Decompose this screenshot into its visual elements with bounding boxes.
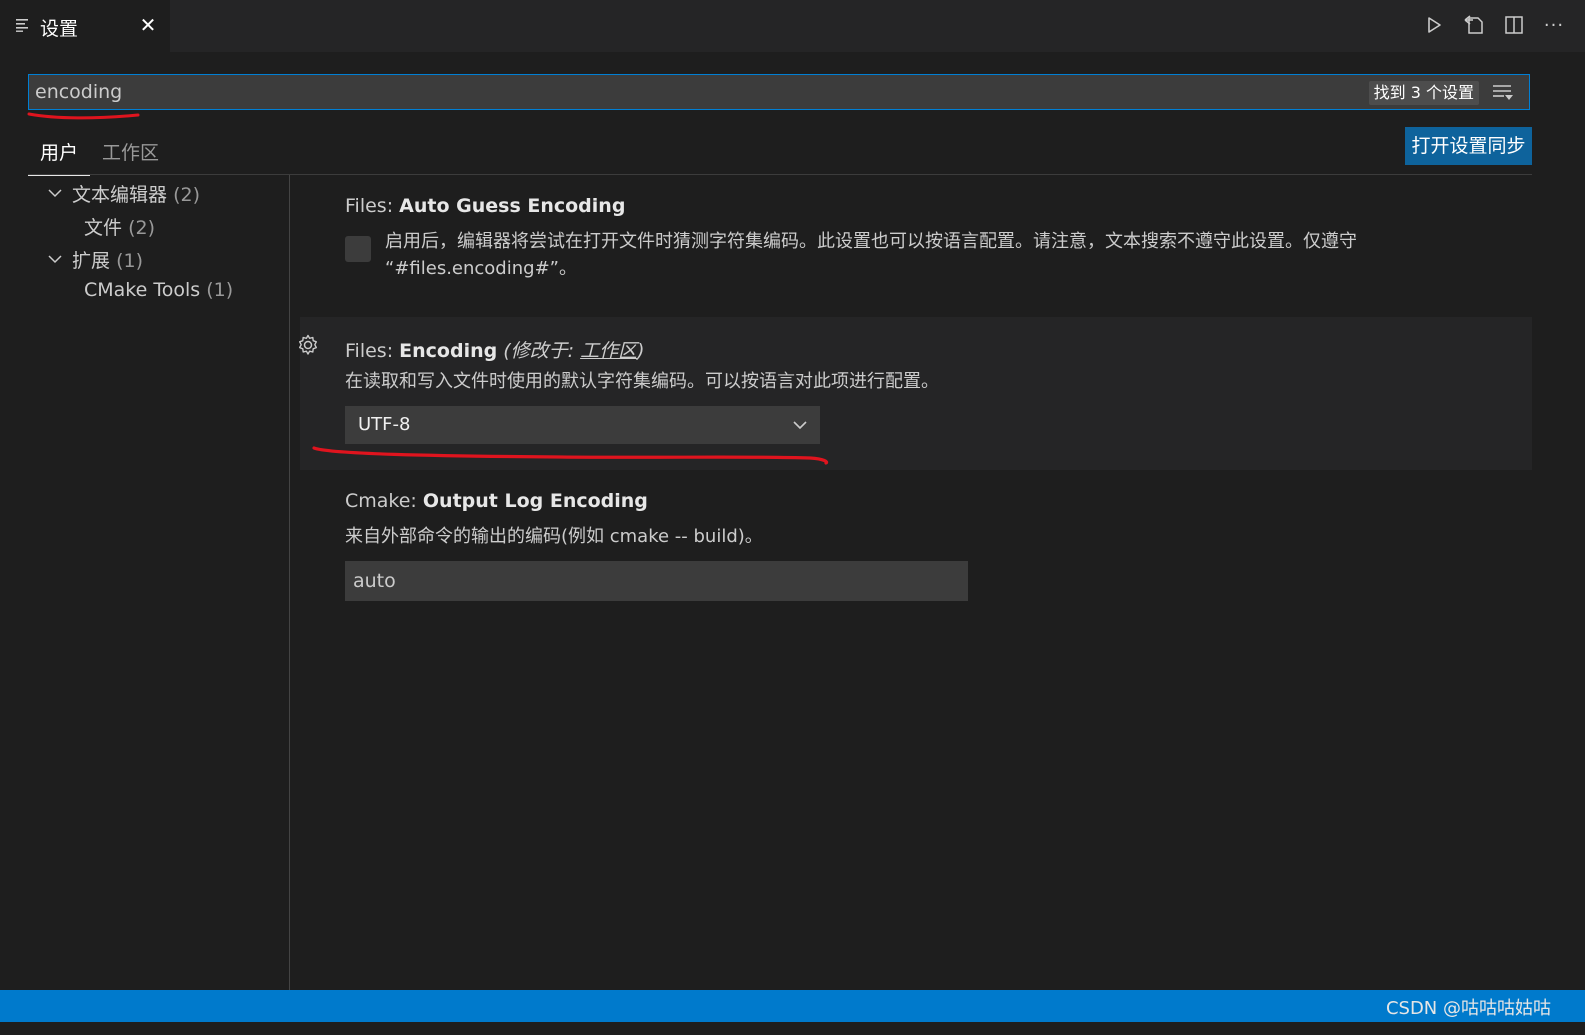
tab-user[interactable]: 用户 xyxy=(28,132,91,176)
toc-item-label: CMake Tools xyxy=(84,279,201,301)
toc-divider xyxy=(289,175,290,990)
setting-category: Cmake: xyxy=(345,490,417,512)
toc-item-label: 扩展 xyxy=(72,250,111,272)
setting-title: Cmake: Output Log Encoding xyxy=(345,490,648,512)
setting-cmake-output-log-encoding: Cmake: Output Log Encoding 来自外部命令的输出的编码(… xyxy=(300,482,1532,612)
settings-scope-tabs: 用户 工作区 xyxy=(28,132,171,176)
split-editor-icon[interactable] xyxy=(1501,12,1527,38)
annotation-underline-search xyxy=(27,112,140,120)
toc-item-count: (1) xyxy=(206,279,234,301)
toc-item-files[interactable]: 文件 (2) xyxy=(84,213,155,240)
settings-search-box[interactable]: 找到 3 个设置 xyxy=(28,74,1530,110)
chevron-down-icon xyxy=(793,421,807,430)
filter-icon[interactable] xyxy=(1491,83,1515,103)
setting-description: 在读取和写入文件时使用的默认字符集编码。可以按语言对此项进行配置。 xyxy=(345,371,939,392)
toc-item-text-editor[interactable]: 文本编辑器 (2) xyxy=(72,180,200,207)
setting-category: Files: xyxy=(345,195,394,217)
toc-item-count: (1) xyxy=(116,250,143,272)
toc-item-label: 文本编辑器 xyxy=(72,184,168,206)
toc-item-count: (2) xyxy=(128,217,155,239)
modified-in-workspace-link[interactable]: 工作区 xyxy=(580,340,637,362)
run-icon[interactable] xyxy=(1421,12,1447,38)
search-input[interactable] xyxy=(35,79,1355,105)
setting-files-auto-guess-encoding: Files: Auto Guess Encoding 启用后，编辑器将尝试在打开… xyxy=(300,185,1532,305)
setting-name: Output Log Encoding xyxy=(422,490,648,512)
watermark: CSDN @咕咕咕姑咕 xyxy=(1385,998,1551,1019)
setting-files-encoding: Files: Encoding (修改于: 工作区) 在读取和写入文件时使用的默… xyxy=(299,317,1532,470)
open-settings-json-icon[interactable] xyxy=(1461,12,1487,38)
encoding-select-value: UTF-8 xyxy=(358,414,411,435)
settings-toc: 文本编辑器 (2) 文件 (2) 扩展 (1) CMake Tools (1) xyxy=(0,175,289,990)
modified-prefix: (修改于: xyxy=(503,340,581,362)
setting-title: Files: Auto Guess Encoding xyxy=(345,195,625,217)
settings-tab[interactable]: 设置 ✕ xyxy=(0,0,170,52)
editor-tab-bar: 设置 ✕ ··· xyxy=(0,0,1585,52)
setting-title: Files: Encoding (修改于: 工作区) xyxy=(345,336,645,363)
setting-name: Auto Guess Encoding xyxy=(399,195,626,217)
editor-actions: ··· xyxy=(1421,12,1567,40)
chevron-down-icon[interactable] xyxy=(48,186,62,200)
toc-item-cmake-tools[interactable]: CMake Tools (1) xyxy=(84,279,233,301)
tab-label: 设置 xyxy=(40,18,79,40)
setting-name: Encoding xyxy=(399,340,498,362)
more-actions-icon[interactable]: ··· xyxy=(1541,12,1567,38)
tab-workspace[interactable]: 工作区 xyxy=(90,132,171,174)
toc-item-extensions[interactable]: 扩展 (1) xyxy=(72,246,143,273)
gear-icon[interactable] xyxy=(296,333,320,357)
chevron-down-icon[interactable] xyxy=(48,252,62,266)
settings-list-icon xyxy=(16,19,28,32)
modified-indicator: (修改于: 工作区) xyxy=(503,340,644,362)
setting-description: 启用后，编辑器将尝试在打开文件时猜测字符集编码。此设置也可以按语言配置。请注意，… xyxy=(385,231,1357,252)
close-icon[interactable]: ✕ xyxy=(138,14,158,36)
encoding-select[interactable]: UTF-8 xyxy=(345,406,820,444)
setting-description: 来自外部命令的输出的编码(例如 cmake -- build)。 xyxy=(345,526,763,547)
modified-suffix: ) xyxy=(637,340,645,362)
turn-on-settings-sync-button[interactable]: 打开设置同步 xyxy=(1405,127,1532,165)
search-result-count: 找到 3 个设置 xyxy=(1368,81,1479,105)
auto-guess-encoding-checkbox[interactable] xyxy=(345,236,371,262)
setting-description-cont: “#files.encoding#”。 xyxy=(385,258,577,279)
status-bar: CSDN @咕咕咕姑咕 xyxy=(0,990,1585,1022)
toc-item-count: (2) xyxy=(173,184,200,206)
toc-item-label: 文件 xyxy=(84,217,123,239)
output-log-encoding-input[interactable] xyxy=(345,561,968,601)
more-actions-glyph: ··· xyxy=(1543,14,1565,36)
bottom-strip xyxy=(0,1022,1585,1035)
setting-category: Files: xyxy=(345,340,394,362)
